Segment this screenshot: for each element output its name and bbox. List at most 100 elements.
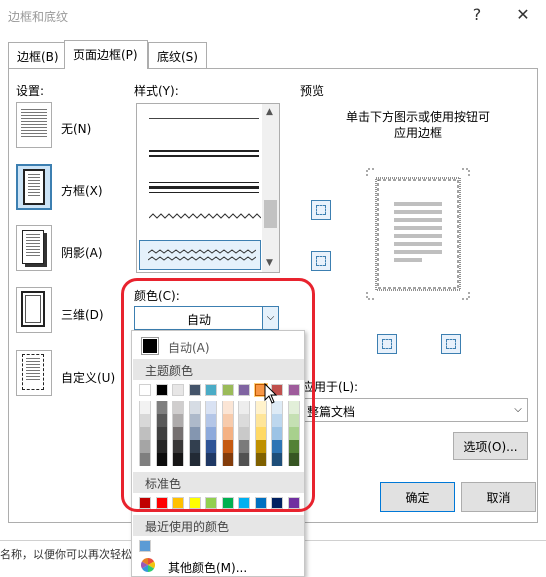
- theme-shade-swatch[interactable]: [238, 440, 250, 453]
- theme-shade-swatch[interactable]: [271, 414, 283, 427]
- theme-shade-swatch[interactable]: [271, 440, 283, 453]
- setting-3d-icon[interactable]: [16, 287, 52, 333]
- setting-none-icon[interactable]: [16, 102, 52, 148]
- tab-borders[interactable]: 边框(B): [8, 42, 68, 68]
- theme-shade-swatch[interactable]: [221, 427, 234, 440]
- theme-shade-swatch[interactable]: [238, 427, 250, 440]
- standard-color-swatch[interactable]: [155, 497, 168, 509]
- border-bottom-button[interactable]: [311, 251, 331, 271]
- border-left-button[interactable]: [377, 334, 397, 354]
- theme-shade-swatch[interactable]: [287, 401, 300, 414]
- setting-box-icon[interactable]: [16, 164, 52, 210]
- apply-to-chevron-icon[interactable]: ⌵: [509, 399, 527, 421]
- theme-shade-swatch[interactable]: [254, 414, 267, 427]
- theme-shade-swatch[interactable]: [287, 440, 300, 453]
- style-option-double-wave-selected[interactable]: [139, 240, 261, 270]
- close-button[interactable]: ✕: [511, 2, 535, 28]
- theme-shade-swatch[interactable]: [254, 427, 267, 440]
- theme-shade-swatch[interactable]: [205, 414, 217, 427]
- theme-shade-swatch[interactable]: [238, 453, 250, 466]
- theme-color-swatch[interactable]: [188, 384, 201, 396]
- standard-color-swatch[interactable]: [188, 497, 201, 509]
- theme-shade-swatch[interactable]: [172, 440, 184, 453]
- preview-page[interactable]: [366, 168, 470, 300]
- style-option-triple[interactable]: [149, 182, 259, 193]
- setting-custom-icon[interactable]: [16, 350, 52, 396]
- standard-color-swatch[interactable]: [271, 497, 283, 509]
- standard-color-swatch[interactable]: [172, 497, 184, 509]
- theme-shade-swatch[interactable]: [271, 453, 283, 466]
- ok-button[interactable]: 确定: [380, 482, 455, 512]
- scroll-up-icon[interactable]: ▲: [266, 107, 273, 117]
- tab-page-border[interactable]: 页面边框(P): [64, 40, 148, 69]
- theme-shade-swatch[interactable]: [139, 401, 151, 414]
- theme-shade-swatch[interactable]: [205, 401, 217, 414]
- theme-shade-swatch[interactable]: [287, 453, 300, 466]
- tab-shading[interactable]: 底纹(S): [148, 42, 207, 68]
- standard-color-swatch[interactable]: [287, 497, 300, 509]
- theme-shade-swatch[interactable]: [205, 453, 217, 466]
- style-option-thin[interactable]: [149, 118, 259, 119]
- border-top-button[interactable]: [311, 200, 331, 220]
- theme-shade-swatch[interactable]: [205, 440, 217, 453]
- theme-shade-swatch[interactable]: [188, 427, 201, 440]
- standard-color-swatch[interactable]: [238, 497, 250, 509]
- theme-color-swatch[interactable]: [139, 384, 151, 396]
- theme-shade-swatch[interactable]: [139, 440, 151, 453]
- scroll-down-icon[interactable]: ▼: [266, 258, 273, 268]
- setting-shadow-icon[interactable]: [16, 225, 52, 271]
- cancel-button[interactable]: 取消: [461, 482, 536, 512]
- theme-shade-swatch[interactable]: [238, 414, 250, 427]
- theme-shade-swatch[interactable]: [287, 414, 300, 427]
- apply-to-combo[interactable]: 整篇文档 ⌵: [300, 398, 528, 422]
- recent-color-swatch[interactable]: [139, 540, 151, 552]
- theme-shade-swatch[interactable]: [188, 453, 201, 466]
- theme-color-swatch[interactable]: [155, 384, 168, 396]
- theme-shade-swatch[interactable]: [205, 427, 217, 440]
- standard-color-swatch[interactable]: [139, 497, 151, 509]
- theme-shade-swatch[interactable]: [172, 401, 184, 414]
- theme-color-swatch[interactable]: [287, 384, 300, 396]
- help-button[interactable]: ?: [465, 2, 489, 28]
- theme-shade-swatch[interactable]: [172, 414, 184, 427]
- style-option-double[interactable]: [149, 150, 259, 157]
- standard-color-swatch[interactable]: [254, 497, 267, 509]
- theme-shade-swatch[interactable]: [172, 427, 184, 440]
- theme-shade-swatch[interactable]: [172, 453, 184, 466]
- more-colors-link[interactable]: 其他颜色(M)...: [168, 559, 247, 576]
- theme-color-swatch[interactable]: [238, 384, 250, 396]
- theme-shade-swatch[interactable]: [254, 440, 267, 453]
- setting-box-label[interactable]: 方框(X): [61, 182, 103, 199]
- setting-3d-label[interactable]: 三维(D): [61, 306, 104, 323]
- theme-shade-swatch[interactable]: [221, 453, 234, 466]
- theme-color-swatch[interactable]: [205, 384, 217, 396]
- color-combo[interactable]: 自动 ⌵: [134, 306, 279, 330]
- auto-color-label[interactable]: 自动(A): [168, 339, 210, 356]
- border-right-button[interactable]: [441, 334, 461, 354]
- theme-shade-swatch[interactable]: [287, 427, 300, 440]
- theme-shade-swatch[interactable]: [139, 427, 151, 440]
- theme-shade-swatch[interactable]: [221, 401, 234, 414]
- theme-shade-swatch[interactable]: [238, 401, 250, 414]
- theme-shade-swatch[interactable]: [139, 414, 151, 427]
- style-scrollbar[interactable]: ▲ ▼: [262, 104, 279, 272]
- setting-none-label[interactable]: 无(N): [61, 120, 91, 137]
- theme-shade-swatch[interactable]: [139, 453, 151, 466]
- theme-shade-swatch[interactable]: [155, 414, 168, 427]
- theme-shade-swatch[interactable]: [188, 440, 201, 453]
- theme-shade-swatch[interactable]: [188, 401, 201, 414]
- auto-color-button[interactable]: [141, 337, 159, 355]
- setting-custom-label[interactable]: 自定义(U): [61, 369, 115, 386]
- theme-shade-swatch[interactable]: [155, 440, 168, 453]
- setting-shadow-label[interactable]: 阴影(A): [61, 244, 103, 261]
- standard-color-swatch[interactable]: [205, 497, 217, 509]
- theme-shade-swatch[interactable]: [155, 401, 168, 414]
- theme-shade-swatch[interactable]: [155, 427, 168, 440]
- theme-shade-swatch[interactable]: [221, 414, 234, 427]
- options-button[interactable]: 选项(O)...: [453, 432, 528, 460]
- theme-shade-swatch[interactable]: [254, 453, 267, 466]
- theme-shade-swatch[interactable]: [188, 414, 201, 427]
- chevron-down-icon[interactable]: ⌵: [262, 307, 278, 329]
- theme-shade-swatch[interactable]: [155, 453, 168, 466]
- style-list[interactable]: [136, 103, 280, 273]
